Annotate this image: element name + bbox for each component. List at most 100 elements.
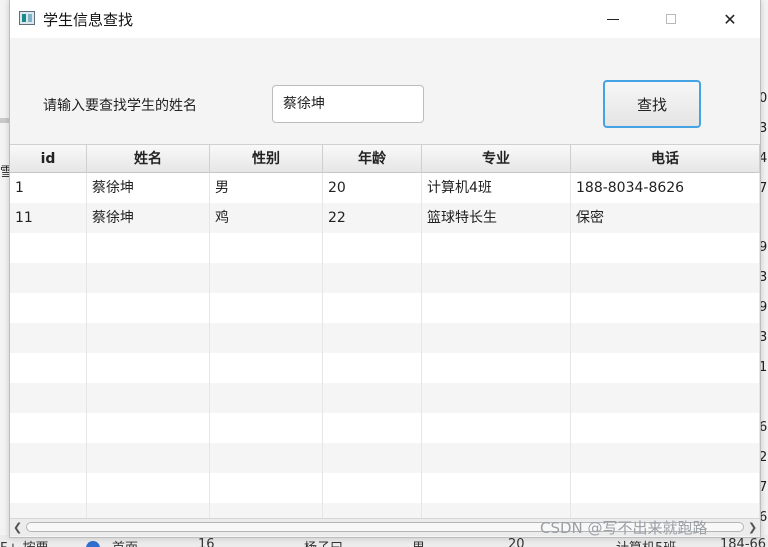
table-cell: 22 — [323, 203, 422, 233]
table-cell — [87, 233, 210, 263]
table-row[interactable] — [10, 263, 760, 293]
table-cell: 篮球特长生 — [422, 203, 571, 233]
table-cell — [422, 383, 571, 413]
table-row[interactable] — [10, 353, 760, 383]
table-cell — [571, 413, 760, 443]
table-cell: 保密 — [571, 203, 760, 233]
table-cell — [323, 233, 422, 263]
table-row[interactable] — [10, 323, 760, 353]
table-cell: 188-8034-8626 — [571, 173, 760, 203]
table-cell: 1 — [10, 173, 87, 203]
table-cell — [571, 353, 760, 383]
table-cell: 蔡徐坤 — [87, 203, 210, 233]
table-cell — [87, 443, 210, 473]
table-cell — [571, 503, 760, 518]
csdn-watermark: CSDN @写不出来就跑路 — [540, 519, 708, 537]
table-cell — [422, 263, 571, 293]
student-search-window: 学生信息查找 ✕ 请输入要查找学生的姓名 蔡徐坤 查找 id 姓名 性别 年龄 专业 电话… — [9, 0, 761, 538]
table-cell — [10, 473, 87, 503]
table-cell — [422, 473, 571, 503]
table-cell — [10, 323, 87, 353]
table-cell — [323, 383, 422, 413]
maximize-button[interactable] — [642, 0, 700, 38]
table-cell: 蔡徐坤 — [87, 173, 210, 203]
scroll-left-icon[interactable]: ❮ — [13, 521, 22, 534]
table-cell — [210, 443, 323, 473]
table-cell — [323, 323, 422, 353]
table-cell — [422, 233, 571, 263]
table-cell — [10, 233, 87, 263]
table-cell — [571, 293, 760, 323]
table-cell — [571, 233, 760, 263]
table-row[interactable] — [10, 443, 760, 473]
table-cell — [10, 353, 87, 383]
background-radio-icon — [86, 541, 100, 547]
column-header[interactable]: 电话 — [571, 145, 760, 173]
table-cell — [571, 323, 760, 353]
column-header[interactable]: 姓名 — [87, 145, 210, 173]
background-text: 男 — [412, 537, 425, 547]
table-cell — [571, 263, 760, 293]
table-cell — [210, 473, 323, 503]
search-button[interactable]: 查找 — [603, 80, 701, 128]
app-icon — [19, 11, 35, 25]
scroll-right-icon[interactable]: ❯ — [748, 521, 757, 534]
background-text: 20 — [508, 537, 525, 547]
maximize-icon — [666, 14, 676, 24]
table-row[interactable] — [10, 413, 760, 443]
table-row[interactable]: 11 蔡徐坤鸡 22 篮球特长生 保密 — [10, 203, 760, 233]
minimize-icon — [607, 18, 619, 20]
table-cell — [10, 413, 87, 443]
table-cell — [87, 503, 210, 518]
table-row[interactable]: 1 蔡徐坤男 20 计算机4班 188-8034-8626 — [10, 173, 760, 203]
name-search-input[interactable]: 蔡徐坤 — [272, 85, 424, 123]
table-row[interactable] — [10, 383, 760, 413]
table-cell — [87, 293, 210, 323]
table-cell — [323, 503, 422, 518]
table-body: 1 蔡徐坤男 20 计算机4班 188-8034-8626 11 蔡徐坤鸡 22 篮球特长生 保密 — [10, 173, 760, 518]
table-cell — [422, 443, 571, 473]
table-row[interactable] — [10, 473, 760, 503]
table-cell — [10, 293, 87, 323]
background-text: 杨子曰 — [304, 537, 343, 547]
table-row[interactable] — [10, 503, 760, 518]
table-cell — [210, 353, 323, 383]
table-cell — [422, 413, 571, 443]
title-bar: 学生信息查找 ✕ — [10, 0, 760, 38]
student-table: id 姓名 性别 年龄 专业 电话 1 蔡徐坤男 20 计算机4班 188-8034-8626 11… — [10, 144, 760, 518]
table-cell — [323, 353, 422, 383]
table-cell — [323, 263, 422, 293]
background-text: 184-66 — [720, 537, 767, 547]
table-cell — [10, 503, 87, 518]
table-cell — [210, 263, 323, 293]
table-cell — [323, 443, 422, 473]
table-cell — [422, 293, 571, 323]
table-cell — [323, 293, 422, 323]
table-cell — [571, 383, 760, 413]
minimize-button[interactable] — [584, 0, 642, 38]
table-cell — [422, 353, 571, 383]
table-cell — [422, 503, 571, 518]
column-header[interactable]: id — [10, 145, 87, 173]
table-row[interactable] — [10, 293, 760, 323]
column-header[interactable]: 性别 — [210, 145, 323, 173]
table-cell — [10, 443, 87, 473]
table-row[interactable] — [10, 233, 760, 263]
window-title: 学生信息查找 — [43, 11, 134, 29]
table-cell — [87, 473, 210, 503]
table-cell — [571, 473, 760, 503]
table-cell — [210, 503, 323, 518]
table-cell — [210, 383, 323, 413]
column-header[interactable]: 专业 — [422, 145, 571, 173]
table-cell — [87, 383, 210, 413]
background-text: 16 — [198, 537, 215, 547]
column-header[interactable]: 年龄 — [323, 145, 422, 173]
table-cell — [210, 293, 323, 323]
close-button[interactable]: ✕ — [701, 0, 759, 38]
background-text: 首面 — [112, 537, 138, 547]
table-cell — [210, 323, 323, 353]
table-cell — [10, 263, 87, 293]
table-cell: 男 — [210, 173, 323, 203]
table-cell — [87, 353, 210, 383]
table-header: id 姓名 性别 年龄 专业 电话 — [10, 144, 760, 173]
